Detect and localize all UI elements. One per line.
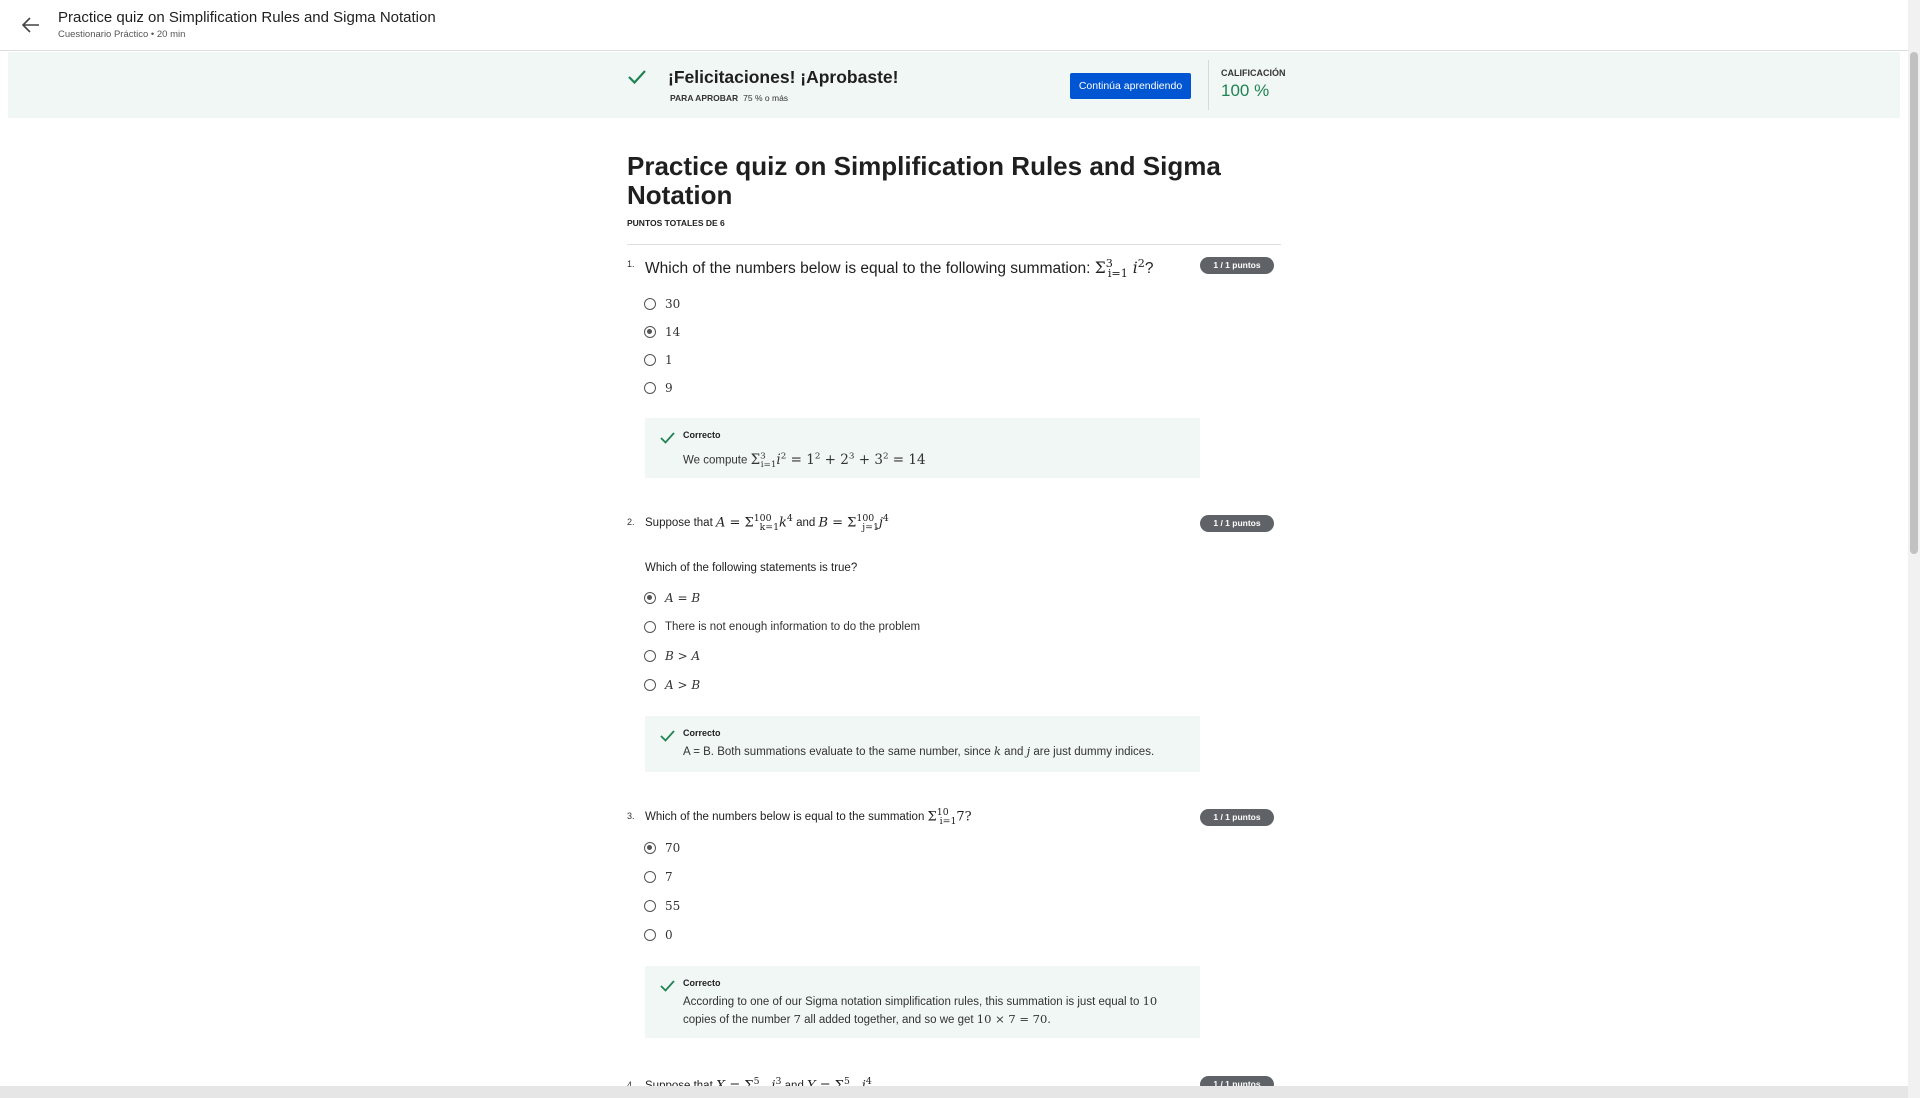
- question-text-part: Which of the numbers below is equal to t…: [645, 259, 1095, 277]
- radio-button[interactable]: [644, 382, 656, 394]
- question-text-part: and: [796, 517, 816, 530]
- option-label: 70: [665, 841, 681, 855]
- header-subtitle: Cuestionario Práctico • 20 min: [58, 29, 186, 40]
- pass-value: 75 % o más: [743, 93, 789, 103]
- math-symbol: j: [1026, 744, 1031, 758]
- feedback-box: Correcto According to one of our Sigma n…: [645, 966, 1200, 1038]
- feedback-box: Correcto A = B. Both summations evaluate…: [645, 716, 1200, 772]
- answer-option[interactable]: 55: [644, 896, 680, 916]
- answer-option[interactable]: 0: [644, 925, 673, 945]
- grade-value: 100 %: [1221, 81, 1270, 100]
- feedback-text: We compute Σ3i=1i2 = 12 + 23 + 32 = 14: [683, 448, 926, 474]
- feedback-text-part: According to one of our Sigma notation s…: [683, 996, 1140, 1008]
- radio-button[interactable]: [644, 592, 656, 604]
- option-label: 7: [665, 870, 673, 884]
- math-symbol: 7: [793, 1012, 801, 1026]
- pass-label: PARA APROBAR: [670, 93, 739, 103]
- answer-option[interactable]: 30: [644, 294, 680, 314]
- top-header: Practice quiz on Simplification Rules an…: [0, 0, 1908, 51]
- grade-label: CALIFICACIÓN: [1221, 68, 1286, 78]
- horizontal-scrollbar[interactable]: [0, 1086, 1908, 1098]
- question-text-part: Which of the numbers below is equal to t…: [645, 811, 925, 824]
- points-badge: 1 / 1 puntos: [1200, 809, 1274, 826]
- question-text: Suppose that A = Σ100k=1k4 and B = Σ100j…: [645, 514, 889, 532]
- check-icon: [660, 730, 675, 742]
- feedback-box: Correcto We compute Σ3i=1i2 = 12 + 23 + …: [645, 418, 1200, 478]
- check-icon: [660, 980, 675, 992]
- feedback-label: Correcto: [683, 728, 721, 738]
- question-number: 3.: [627, 811, 635, 821]
- radio-button[interactable]: [644, 842, 656, 854]
- feedback-text-part: A = B. Both summations evaluate to the s…: [683, 746, 991, 758]
- question-text-part: Suppose that: [645, 517, 713, 530]
- points-badge: 1 / 1 puntos: [1200, 257, 1274, 274]
- radio-button[interactable]: [644, 900, 656, 912]
- math-expression: Σ3i=1i2 = 12 + 23 + 32 = 14: [750, 451, 926, 471]
- answer-option[interactable]: 9: [644, 378, 673, 398]
- option-label: 30: [665, 297, 681, 311]
- math-expression: Σ3i=1 i2: [1094, 257, 1145, 281]
- math-expression: A = Σ100k=1k4: [715, 513, 793, 533]
- question-text-part: ?: [1144, 259, 1154, 277]
- option-label: 0: [665, 928, 673, 942]
- math-symbol: 10: [1142, 994, 1158, 1008]
- option-label: 55: [665, 899, 681, 913]
- math-expression: Σ10i=17?: [927, 807, 972, 827]
- question-number: 1.: [627, 259, 635, 269]
- feedback-text-part: all added together, and so we get: [804, 1014, 974, 1026]
- feedback-label: Correcto: [683, 978, 721, 988]
- answer-option[interactable]: B > A: [644, 646, 700, 666]
- divider: [627, 244, 1281, 245]
- feedback-text-part: and: [1004, 746, 1024, 758]
- total-points: PUNTOS TOTALES DE 6: [627, 218, 725, 228]
- feedback-text: A = B. Both summations evaluate to the s…: [683, 743, 1154, 761]
- answer-option[interactable]: A > B: [644, 675, 700, 695]
- option-label: 14: [665, 325, 681, 339]
- option-label: There is not enough information to do th…: [665, 621, 921, 633]
- check-icon: [660, 432, 675, 444]
- check-icon: [628, 70, 646, 85]
- radio-button[interactable]: [644, 621, 656, 633]
- continue-learning-button[interactable]: Continúa aprendiendo: [1070, 73, 1191, 99]
- radio-button[interactable]: [644, 679, 656, 691]
- arrow-left-icon[interactable]: [19, 13, 43, 37]
- feedback-text-part: are just dummy indices.: [1033, 746, 1155, 758]
- pass-banner: ¡Felicitaciones! ¡Aprobaste! PARA APROBA…: [8, 52, 1900, 118]
- math-expression: B = Σ100j=1j4: [818, 513, 889, 533]
- radio-button[interactable]: [644, 650, 656, 662]
- pass-requirement: PARA APROBAR 75 % o más: [670, 93, 788, 103]
- pass-title: ¡Felicitaciones! ¡Aprobaste!: [668, 67, 899, 87]
- math-expression: 10 × 7 = 70.: [976, 1012, 1051, 1026]
- question-text: Which of the numbers below is equal to t…: [645, 808, 972, 826]
- question-text: Which of the numbers below is equal to t…: [645, 258, 1153, 279]
- radio-button[interactable]: [644, 354, 656, 366]
- feedback-text-part: copies of the number: [683, 1014, 791, 1026]
- header-title: Practice quiz on Simplification Rules an…: [58, 9, 436, 26]
- radio-button[interactable]: [644, 298, 656, 310]
- answer-option[interactable]: 7: [644, 867, 673, 887]
- feedback-text: According to one of our Sigma notation s…: [683, 993, 1183, 1029]
- option-label: A = B: [665, 591, 701, 605]
- option-label: B > A: [665, 649, 701, 663]
- option-label: 9: [665, 381, 673, 395]
- option-label: 1: [665, 353, 673, 367]
- points-badge: 1 / 1 puntos: [1200, 515, 1274, 532]
- radio-button[interactable]: [644, 929, 656, 941]
- feedback-label: Correcto: [683, 430, 721, 440]
- radio-button[interactable]: [644, 326, 656, 338]
- radio-button[interactable]: [644, 871, 656, 883]
- answer-option[interactable]: 14: [644, 322, 680, 342]
- math-symbol: k: [994, 744, 1001, 758]
- divider: [1208, 60, 1209, 110]
- answer-option[interactable]: There is not enough information to do th…: [644, 617, 920, 637]
- page-title: Practice quiz on Simplification Rules an…: [627, 151, 1221, 210]
- option-label: A > B: [665, 678, 701, 692]
- answer-option[interactable]: 1: [644, 350, 673, 370]
- answer-option[interactable]: A = B: [644, 588, 700, 608]
- question-number: 2.: [627, 517, 635, 527]
- feedback-text-part: We compute: [683, 454, 748, 467]
- scrollbar-thumb[interactable]: [1910, 52, 1918, 554]
- question-prompt: Which of the following statements is tru…: [645, 562, 858, 574]
- answer-option[interactable]: 70: [644, 838, 680, 858]
